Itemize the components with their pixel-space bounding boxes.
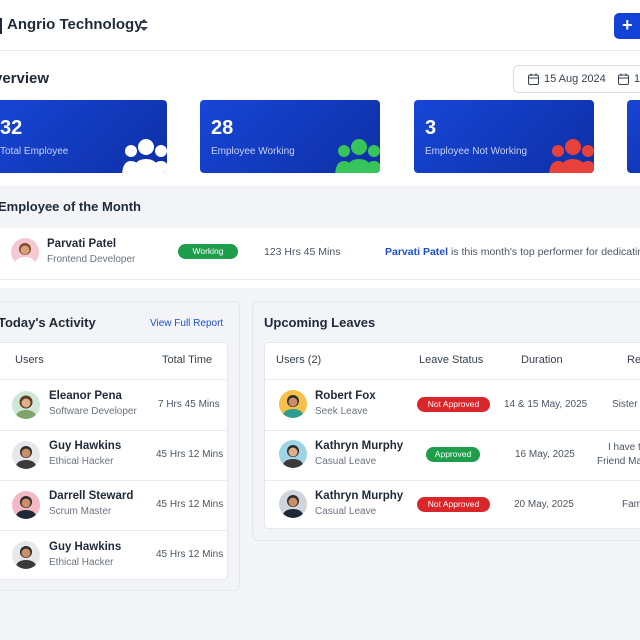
total-time: 45 Hrs 12 Mins (156, 549, 224, 560)
stat-card-not-working[interactable]: 3 Employee Not Working (414, 100, 594, 173)
employee-message: Parvati Patel is this month's top perfor… (385, 246, 640, 258)
stat-card-working[interactable]: 28 Employee Working (200, 100, 380, 173)
user-role: Software Developer (49, 406, 137, 417)
status-badge: Not Approved (417, 497, 490, 512)
user-name: Eleanor Pena (49, 390, 122, 402)
user-name: Kathryn Murphy (315, 440, 404, 452)
column-header-duration[interactable]: Duration (521, 354, 563, 366)
overview-title: verview (0, 70, 50, 87)
leave-duration: 16 May, 2025 (515, 449, 575, 460)
divider (265, 379, 640, 380)
total-time: 45 Hrs 12 Mins (156, 449, 224, 460)
status-badge: Working (178, 244, 238, 259)
calendar-icon (528, 73, 539, 85)
user-name: Guy Hawkins (49, 440, 122, 452)
leave-reason: Sister (612, 399, 638, 410)
stat-value: 32 (0, 117, 23, 139)
divider (265, 430, 640, 431)
user-name: Guy Hawkins (49, 541, 122, 553)
stat-card-total[interactable]: 32 Total Employee (0, 100, 167, 173)
org-name[interactable]: Angrio Technology (7, 16, 143, 33)
divider (0, 430, 227, 431)
stat-card-partial[interactable] (627, 100, 640, 173)
date-to: 18 (634, 73, 640, 85)
date-range-picker[interactable]: 15 Aug 2024 18 (513, 65, 640, 93)
leave-type: Casual Leave (315, 506, 377, 517)
user-name: Robert Fox (315, 390, 376, 402)
dashboard: Angrio Technology + verview 15 Aug 2024 … (0, 0, 640, 640)
divider (0, 379, 227, 380)
divider (0, 530, 227, 531)
stat-label: Employee Not Working (425, 146, 528, 157)
avatar (12, 441, 40, 469)
leave-type: Seek Leave (315, 406, 368, 417)
leave-reason: I have t (608, 442, 640, 453)
avatar (279, 440, 307, 468)
stat-value: 28 (211, 117, 234, 139)
column-header-users[interactable]: Users (2) (276, 354, 321, 366)
user-name: Darrell Steward (49, 490, 134, 502)
employee-message-text: is this month's top performer for dedica… (448, 246, 640, 258)
user-role: Ethical Hacker (49, 557, 114, 568)
avatar (279, 390, 307, 418)
divider (0, 480, 227, 481)
total-time: 7 Hrs 45 Mins (158, 399, 220, 410)
employee-name: Parvati Patel (47, 238, 117, 250)
user-role: Scrum Master (49, 506, 112, 517)
leave-type: Casual Leave (315, 456, 377, 467)
calendar-icon (618, 73, 629, 85)
avatar (12, 491, 40, 519)
status-badge: Not Approved (417, 397, 490, 412)
avatar (12, 541, 40, 569)
leave-reason: Fami (622, 499, 640, 510)
avatar (12, 391, 40, 419)
date-from: 15 Aug 2024 (544, 73, 606, 85)
activity-title: Today's Activity (0, 315, 96, 330)
people-group-icon (335, 139, 380, 173)
people-group-icon (122, 139, 167, 173)
column-header-leave-status[interactable]: Leave Status (419, 354, 483, 366)
employee-hours: 123 Hrs 45 Mins (264, 246, 341, 258)
sort-updown-icon[interactable] (139, 17, 149, 33)
employee-role: Frontend Developer (47, 254, 136, 265)
section-title: Employee of the Month (0, 199, 141, 214)
column-header-total-time[interactable]: Total Time (162, 354, 212, 366)
stat-label: Employee Working (211, 146, 295, 157)
divider (0, 18, 2, 34)
total-time: 45 Hrs 12 Mins (156, 499, 224, 510)
avatar (279, 490, 307, 518)
stat-value: 3 (425, 117, 437, 139)
top-bar: Angrio Technology + (0, 0, 640, 51)
people-group-icon (549, 139, 594, 173)
user-name: Kathryn Murphy (315, 490, 404, 502)
column-header-users[interactable]: Users (15, 354, 44, 366)
leave-duration: 14 & 15 May, 2025 (504, 399, 588, 410)
add-button[interactable]: + (614, 13, 640, 39)
view-full-report-link[interactable]: View Full Report (150, 318, 223, 329)
employee-message-name[interactable]: Parvati Patel (385, 246, 448, 258)
column-header-reason[interactable]: Re (627, 354, 640, 366)
stat-label: Total Employee (0, 146, 69, 157)
divider (265, 480, 640, 481)
status-badge: Approved (426, 447, 480, 462)
leaves-title: Upcoming Leaves (264, 315, 376, 330)
employee-of-month-header: Employee of the Month (0, 186, 640, 228)
avatar (11, 238, 39, 266)
leave-reason-line2: Friend Ma (597, 456, 640, 467)
leave-duration: 20 May, 2025 (514, 499, 574, 510)
user-role: Ethical Hacker (49, 456, 114, 467)
